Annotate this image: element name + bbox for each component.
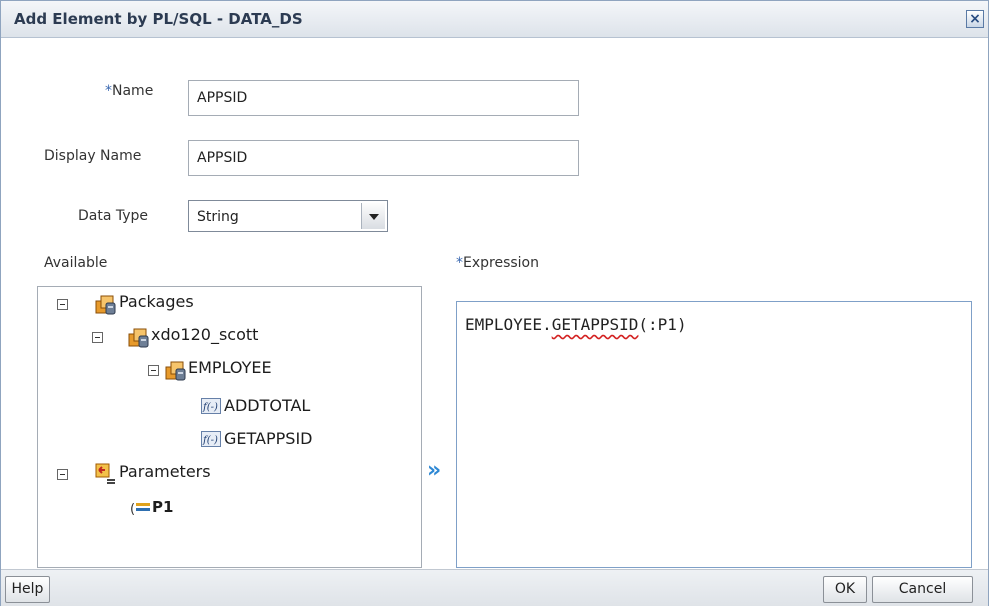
tree-node-packages[interactable]: Packages [119,292,194,311]
data-type-label: Data Type [78,208,149,224]
required-marker: * [105,83,112,99]
move-to-expression-icon[interactable]: » [427,460,443,482]
package-icon [128,328,149,348]
cancel-button[interactable]: Cancel [872,576,973,603]
package-icon [95,295,116,315]
tree-node-parameter[interactable]: P1 [152,498,173,516]
collapse-toggle-icon[interactable] [92,332,103,343]
expression-prefix: EMPLOYEE. [465,315,552,334]
ok-button[interactable]: OK [823,576,867,603]
display-name-input[interactable]: APPSID [188,140,579,176]
tree-node-schema[interactable]: xdo120_scott [151,325,258,344]
collapse-toggle-icon[interactable] [57,469,68,480]
chevron-down-icon[interactable] [361,203,385,229]
expression-suffix: (:P1) [638,315,687,334]
parameters-icon [95,463,115,484]
tree-node-package[interactable]: EMPLOYEE [188,358,272,377]
svg-text:f(-): f(-) [202,402,218,413]
expression-textarea[interactable]: EMPLOYEE.GETAPPSID(:P1) [456,301,972,568]
expression-function: GETAPPSID [551,315,639,334]
required-marker: * [456,255,463,271]
available-tree[interactable]: Packages xdo120_scott EMPLOYEE f(-) ADDT… [37,286,422,568]
name-label: *Name [105,83,154,99]
parameter-icon: ( [130,502,150,516]
dialog-title: Add Element by PL/SQL - DATA_DS [14,10,303,28]
add-element-dialog: Add Element by PL/SQL - DATA_DS × *Name … [0,0,989,606]
available-label: Available [44,255,108,271]
data-type-select[interactable]: String [188,200,388,232]
name-input[interactable]: APPSID [188,80,579,116]
collapse-toggle-icon[interactable] [57,299,68,310]
collapse-toggle-icon[interactable] [148,365,159,376]
function-icon: f(-) [201,431,221,447]
dialog-footer: Help OK Cancel [1,569,988,606]
svg-text:(: ( [130,502,135,516]
tree-node-function[interactable]: GETAPPSID [224,429,312,448]
close-icon[interactable]: × [966,10,984,28]
display-name-label: Display Name [44,148,142,164]
help-button[interactable]: Help [5,576,50,603]
function-icon: f(-) [201,398,221,414]
tree-node-parameters[interactable]: Parameters [119,462,211,481]
tree-node-function[interactable]: ADDTOTAL [224,396,310,415]
package-icon [165,361,186,381]
dialog-titlebar[interactable]: Add Element by PL/SQL - DATA_DS × [1,1,988,38]
data-type-value: String [197,209,239,225]
expression-label: *Expression [456,255,539,271]
svg-text:f(-): f(-) [202,435,218,446]
